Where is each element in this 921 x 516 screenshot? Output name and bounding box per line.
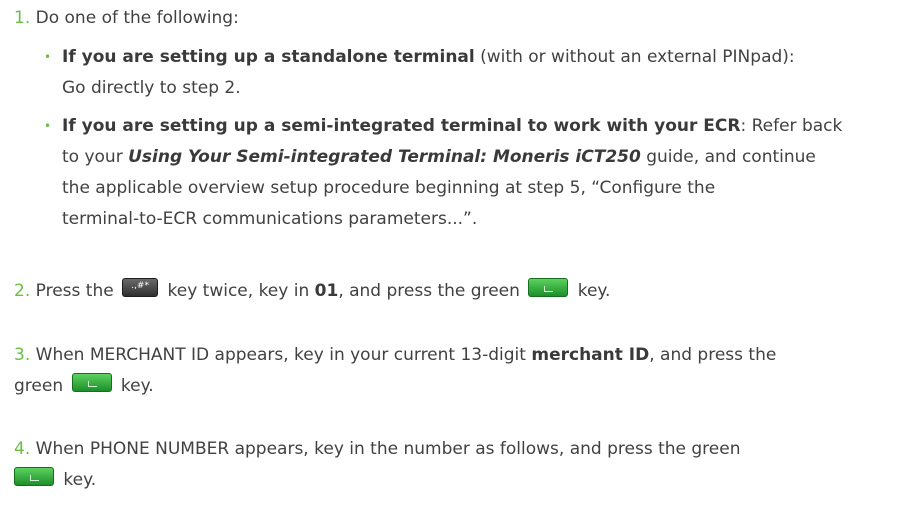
key-label: .,#* <box>131 281 149 291</box>
step-number: 2. <box>14 281 31 301</box>
step-text: When MERCHANT ID appears, key in your cu… <box>35 345 532 365</box>
step-4: 4. When PHONE NUMBER appears, key in the… <box>14 434 914 496</box>
step-number: 3. <box>14 345 31 365</box>
merchant-id-term: merchant ID <box>531 345 650 365</box>
step-2: 2. Press the .,#* key twice, key in 01, … <box>14 276 914 307</box>
step-text: When PHONE NUMBER appears, key in the nu… <box>35 439 741 459</box>
green-ok-key-icon <box>14 467 54 486</box>
guide-title: Using Your Semi-integrated Terminal: Mon… <box>128 147 641 167</box>
step-3: 3. When MERCHANT ID appears, key in your… <box>14 340 914 402</box>
key-code: 01 <box>314 281 339 301</box>
bullet-text: guide, and continue <box>640 147 816 167</box>
bullet-dot-icon: • <box>44 119 52 133</box>
step-text: green <box>14 376 64 396</box>
bullet-heading: If you are setting up a standalone termi… <box>62 47 475 67</box>
bullet-dot-icon: • <box>44 50 52 64</box>
green-ok-key-icon <box>71 373 112 392</box>
step-text: Do one of the following: <box>35 8 239 28</box>
step-number: 1. <box>14 8 31 28</box>
dot-hash-star-key-icon: .,#* <box>122 278 159 297</box>
green-ok-key-icon <box>528 278 569 297</box>
step-text: key. <box>577 281 611 301</box>
step-text: key twice, key in <box>167 281 315 301</box>
step-number: 4. <box>14 439 31 459</box>
step-text: , and press the <box>649 345 777 365</box>
instructions-document: 1. Do one of the following: • If you are… <box>0 0 921 516</box>
bullet-text: Go directly to step 2. <box>62 78 241 98</box>
bullet-text: : Refer back <box>740 116 843 136</box>
step-text: key. <box>63 470 97 490</box>
step-text: key. <box>120 376 154 396</box>
bullet-text: terminal-to-ECR communications parameter… <box>62 209 478 229</box>
bullet-heading: If you are setting up a semi-integrated … <box>62 116 741 136</box>
bullet-standalone: • If you are setting up a standalone ter… <box>44 42 914 104</box>
bullet-text: (with or without an external PINpad): <box>474 47 795 67</box>
step-1: 1. Do one of the following: <box>14 3 914 34</box>
bullet-text: to your <box>62 147 129 167</box>
step-text: , and press the green <box>338 281 520 301</box>
step-text: Press the <box>35 281 114 301</box>
bullet-semi-integrated: • If you are setting up a semi-integrate… <box>44 111 914 235</box>
bullet-text: the applicable overview setup procedure … <box>62 178 716 198</box>
